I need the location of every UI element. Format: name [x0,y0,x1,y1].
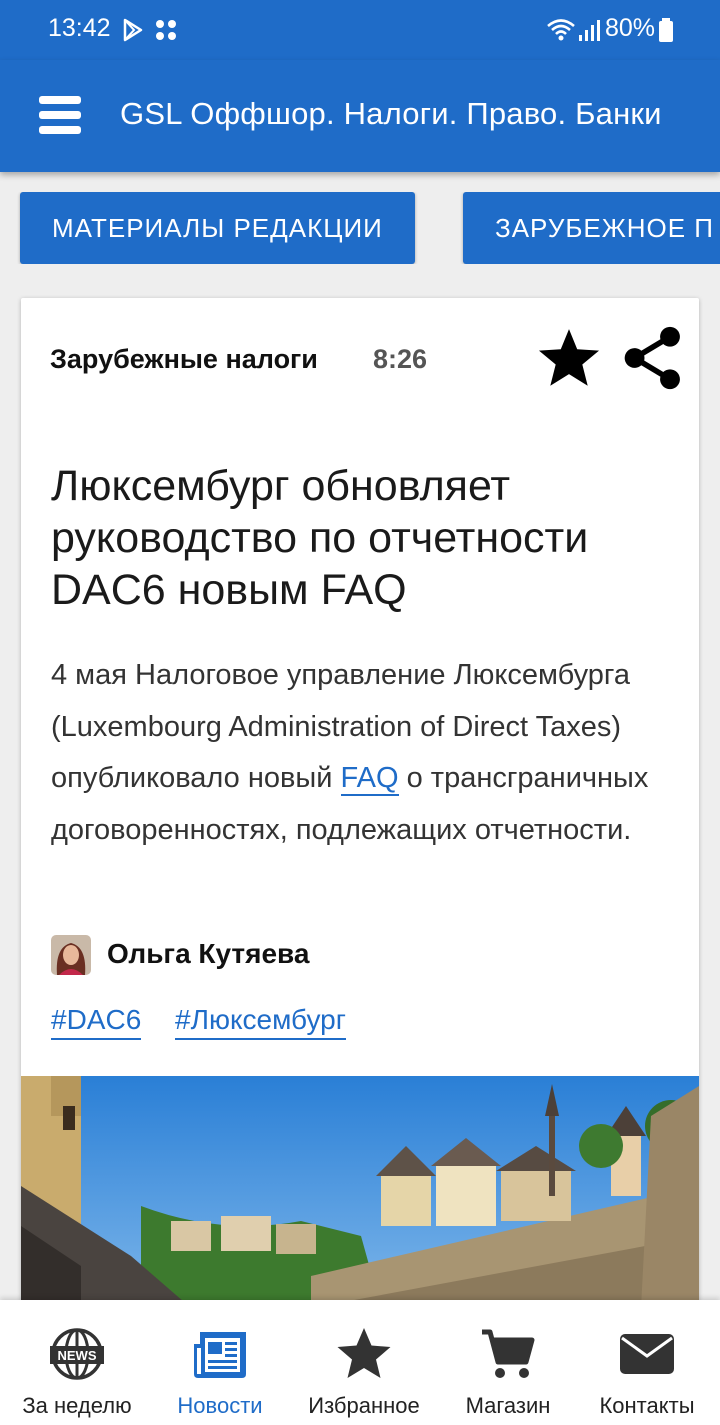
author-name[interactable]: Ольга Кутяева [107,938,309,970]
author-avatar [51,935,91,975]
apps-grid-icon [156,20,176,40]
app-bar: GSL Оффшор. Налоги. Право. Банки [0,60,720,172]
nav-item-week[interactable]: NEWS За неделю [18,1300,136,1425]
battery-percent: 80% [605,14,656,42]
nav-label: Новости [177,1393,263,1418]
svg-text:NEWS: NEWS [58,1348,97,1363]
tag-link[interactable]: #Люксембург [175,1004,346,1040]
nav-item-news[interactable]: Новости [161,1300,279,1425]
envelope-icon [620,1334,674,1374]
tag-link[interactable]: #DAC6 [51,1004,142,1040]
nav-label: Магазин [465,1393,551,1418]
category-chip[interactable]: ЗАРУБЕЖНОЕ П [463,192,720,264]
article-photo[interactable] [21,1076,699,1308]
nav-item-contacts[interactable]: Контакты [588,1300,706,1425]
wifi-icon [547,19,575,41]
article-time: 8:26 [373,344,428,374]
status-bar: 13:42 80% [0,0,720,60]
article-headline[interactable]: Люксембург обновляет руководство по отче… [51,460,681,616]
signal-icon [579,20,600,41]
cart-icon [482,1329,535,1378]
faq-link[interactable]: FAQ [340,762,399,796]
nav-label: Контакты [599,1393,695,1418]
app-title: GSL Оффшор. Налоги. Право. Банки [120,96,662,131]
status-time: 13:42 [48,14,111,42]
menu-icon[interactable] [34,92,90,138]
nav-label: Избранное [308,1393,420,1418]
share-icon[interactable] [619,324,687,392]
article-lead: 4 мая Налоговое управление Люксембурга (… [51,650,691,856]
newspaper-icon [194,1332,246,1378]
category-chip[interactable]: МАТЕРИАЛЫ РЕДАКЦИИ [20,192,415,264]
nav-item-favorites[interactable]: Избранное [305,1300,423,1425]
play-store-icon [123,18,143,42]
article-card[interactable]: Зарубежные налоги 8:26 Люксембург обновл… [21,298,699,1308]
battery-icon [659,18,673,42]
nav-item-shop[interactable]: Магазин [449,1300,567,1425]
article-category: Зарубежные налоги [50,344,318,374]
news-globe-icon: NEWS [50,1328,104,1380]
star-icon[interactable] [535,324,603,392]
category-tabs: МАТЕРИАЛЫ РЕДАКЦИИ ЗАРУБЕЖНОЕ П [0,192,720,264]
nav-label: За неделю [22,1393,132,1418]
star-icon [337,1328,391,1378]
bottom-navigation: NEWS За неделю Новости Избранное Магазин… [0,1300,720,1425]
